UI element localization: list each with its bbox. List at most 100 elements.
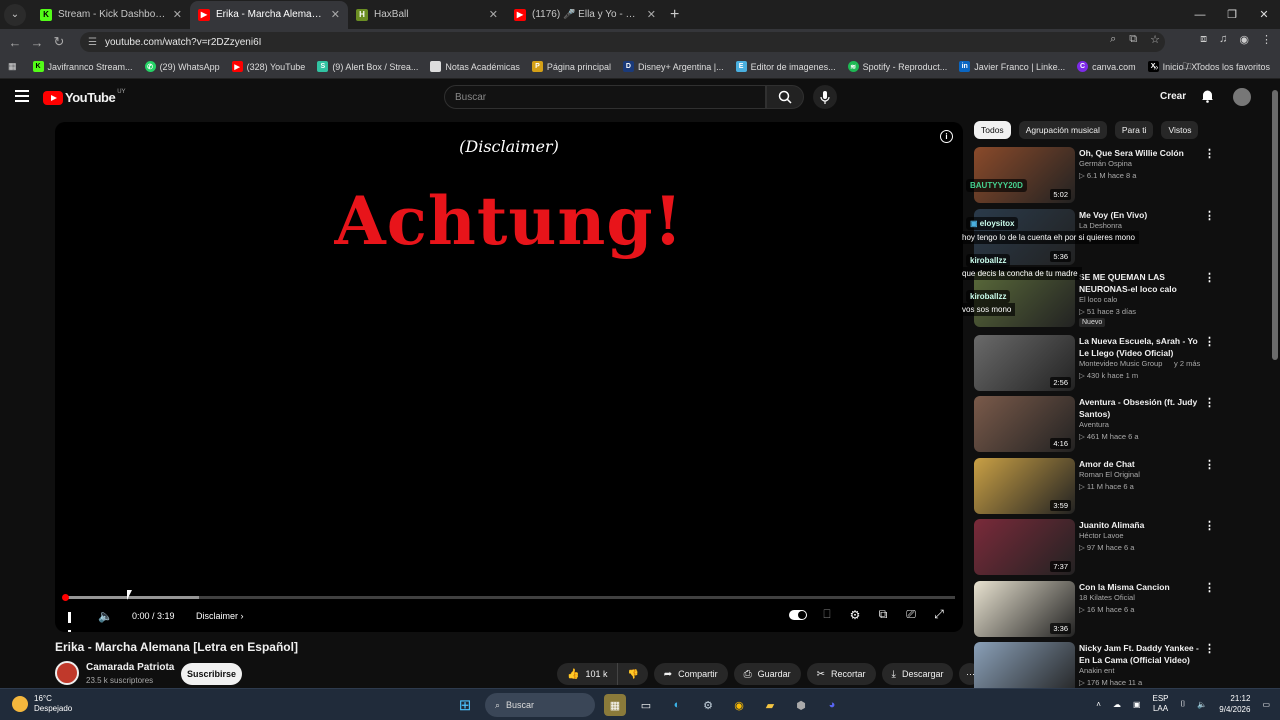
recommendation-title[interactable]: Oh, Que Sera Willie Colón	[1079, 147, 1199, 159]
bookmarks-overflow-button[interactable]: »	[1153, 62, 1158, 72]
close-tab-icon[interactable]: ✕	[489, 8, 498, 21]
miniplayer-icon[interactable]: ⧉	[875, 607, 891, 622]
tab-search-icon[interactable]: ⌄	[4, 3, 26, 26]
forward-icon[interactable]: →	[26, 35, 48, 50]
onedrive-icon[interactable]: ☁	[1113, 700, 1121, 709]
recommendation-item[interactable]: 7:37 Juanito Alimaña Héctor Lavoe ▷ 97 M ha…	[974, 519, 1215, 575]
bookmark-item[interactable]: Ccanva.com	[1077, 61, 1136, 72]
recommendation-item[interactable]: 3:59 Amor de Chat Roman El Original ▷ 11 M …	[974, 458, 1215, 514]
browser-tab[interactable]: ▶ (1176) 🎤 Ella y Yo - Don Omar ✕	[506, 1, 664, 29]
like-button[interactable]: 👍 101 k	[557, 663, 619, 685]
file-explorer-icon[interactable]: ▰	[759, 694, 781, 716]
network-icon[interactable]: ⌷	[1181, 699, 1186, 709]
bookmark-item[interactable]: ≋ Spotify - Reproduct...	[847, 61, 947, 72]
recommendation-title[interactable]: Aventura - Obsesión (ft. Judy Santos)	[1079, 396, 1199, 420]
chrome-icon[interactable]: ◉	[728, 694, 750, 716]
chapter-button[interactable]: Disclaimer ›	[196, 611, 244, 621]
zoom-icon[interactable]: ⌕	[1110, 33, 1116, 46]
video-thumbnail[interactable]: 4:16	[974, 396, 1075, 452]
subscribe-button[interactable]: Suscribirse	[181, 663, 242, 685]
chip-todos[interactable]: Todos	[974, 121, 1011, 139]
edge-icon[interactable]: ◐	[666, 694, 688, 716]
profile-icon[interactable]: ◉	[1239, 33, 1249, 46]
widgets-icon[interactable]: ▦	[604, 694, 626, 716]
more-vertical-icon[interactable]: ⋮	[1204, 581, 1215, 594]
page-scrollbar[interactable]	[1270, 80, 1280, 688]
chip-vistos[interactable]: Vistos	[1161, 121, 1199, 139]
notifications-bell-icon[interactable]	[1201, 89, 1214, 108]
close-tab-icon[interactable]: ✕	[647, 8, 656, 21]
close-tab-icon[interactable]: ✕	[331, 8, 340, 21]
video-thumbnail[interactable]: 7:37	[974, 519, 1075, 575]
cast-icon[interactable]: ⎚	[903, 607, 919, 622]
extensions-icon[interactable]: ⧈	[1200, 33, 1207, 46]
recommendation-channel[interactable]: El loco calo	[1079, 295, 1117, 304]
channel-avatar[interactable]	[55, 661, 79, 685]
recommendation-item[interactable]: 3:36 Con la Misma Cancion 18 Kilates Ofici…	[974, 581, 1215, 637]
minimize-icon[interactable]: —	[1184, 0, 1216, 29]
info-icon[interactable]: i	[940, 130, 953, 143]
recommendation-channel[interactable]: Germán Ospina	[1079, 159, 1132, 168]
discord-icon[interactable]: ◕	[821, 694, 843, 716]
task-view-icon[interactable]: ▭	[635, 694, 657, 716]
more-vertical-icon[interactable]: ⋮	[1204, 209, 1215, 222]
back-icon[interactable]: ←	[4, 35, 26, 50]
video-thumbnail[interactable]: 5:02	[974, 147, 1075, 203]
recommendation-item[interactable]: 2:56 La Nueva Escuela, sArah - Yo Le Lleg…	[974, 335, 1215, 391]
windows-start-icon[interactable]: ⊞	[454, 694, 476, 716]
recommendation-channel[interactable]: Héctor Lavoe	[1079, 531, 1124, 540]
all-bookmarks-button[interactable]: Todos los favoritos	[1195, 62, 1270, 72]
browser-tab[interactable]: K Stream - Kick Dashboard ✕	[32, 1, 190, 29]
video-thumbnail[interactable]: 3:36	[974, 581, 1075, 637]
scrubber-handle[interactable]	[62, 594, 69, 601]
recommendation-title[interactable]: La Nueva Escuela, sArah - Yo Le Llego (V…	[1079, 335, 1199, 359]
bookmark-item[interactable]: Notas Académicas	[430, 61, 520, 72]
recommendation-channel[interactable]: Roman El Original	[1079, 470, 1140, 479]
more-vertical-icon[interactable]: ⋮	[1204, 147, 1215, 160]
recommendation-title[interactable]: Amor de Chat	[1079, 458, 1199, 470]
search-input[interactable]: Buscar	[444, 85, 766, 109]
close-tab-icon[interactable]: ✕	[173, 8, 182, 21]
browser-tab[interactable]: H HaxBall ✕	[348, 1, 506, 29]
speaker-icon[interactable]: 🔈	[1197, 700, 1207, 709]
new-tab-button[interactable]: +	[670, 6, 679, 24]
taskbar-search[interactable]: ⌕ Buscar	[485, 693, 595, 717]
bookmark-item[interactable]: S (9) Alert Box / Strea...	[317, 61, 418, 72]
bookmark-item[interactable]: ✆ (29) WhatsApp	[144, 61, 220, 72]
menu-kebab-icon[interactable]: ⋮	[1261, 33, 1272, 46]
recommendation-title[interactable]: Juanito Alimaña	[1079, 519, 1199, 531]
recommendation-title[interactable]: Me Voy (En Vivo)	[1079, 209, 1199, 221]
create-button[interactable]: Crear	[1160, 91, 1186, 102]
more-vertical-icon[interactable]: ⋮	[1204, 396, 1215, 409]
fullscreen-icon[interactable]: ⤢	[931, 607, 947, 622]
clock[interactable]: 21:12 9/4/2026	[1219, 693, 1250, 715]
settings-gear-icon[interactable]: ⚙	[847, 608, 863, 622]
search-button[interactable]	[766, 85, 804, 109]
video-thumbnail[interactable]: 3:59	[974, 458, 1075, 514]
recommendation-title[interactable]: Nicky Jam Ft. Daddy Yankee - En La Cama …	[1079, 642, 1199, 666]
more-vertical-icon[interactable]: ⋮	[1204, 335, 1215, 348]
chip-para-ti[interactable]: Para ti	[1114, 121, 1154, 139]
bookmark-item[interactable]: E Editor de imagenes...	[735, 61, 836, 72]
more-vertical-icon[interactable]: ⋮	[1204, 642, 1215, 655]
more-vertical-icon[interactable]: ⋮	[1204, 458, 1215, 471]
more-vertical-icon[interactable]: ⋮	[1204, 519, 1215, 532]
app-icon[interactable]: ⬢	[790, 694, 812, 716]
bookmark-item[interactable]: ▶ (328) YouTube	[231, 61, 305, 72]
account-avatar[interactable]	[1233, 88, 1251, 106]
chip-agrupacion-musical[interactable]: Agrupación musical	[1018, 121, 1107, 139]
bookmark-item[interactable]: K Javifrannco Stream...	[32, 61, 133, 72]
recommendation-title[interactable]: SE ME QUEMAN LAS NEURONAS-el loco calo	[1079, 271, 1199, 295]
youtube-logo[interactable]: YouTube UY	[43, 89, 126, 105]
recommendation-channel[interactable]: Aventura	[1079, 420, 1109, 429]
autoplay-toggle[interactable]	[789, 609, 807, 620]
recommendation-channel[interactable]: Anakin ent	[1079, 666, 1114, 675]
more-vertical-icon[interactable]: ⋮	[1204, 271, 1215, 284]
restore-icon[interactable]: ❐	[1216, 0, 1248, 29]
close-window-icon[interactable]: ✕	[1248, 0, 1280, 29]
browser-tab-active[interactable]: ▶ Erika - Marcha Alemana [Letra e ✕	[190, 0, 348, 29]
recommendation-channel[interactable]: La Deshonra	[1079, 221, 1122, 230]
bookmark-star-icon[interactable]: ☆	[1150, 33, 1160, 46]
bookmark-item[interactable]: D Disney+ Argentina |...	[622, 61, 724, 72]
subtitles-icon[interactable]: ⎕	[819, 607, 835, 622]
